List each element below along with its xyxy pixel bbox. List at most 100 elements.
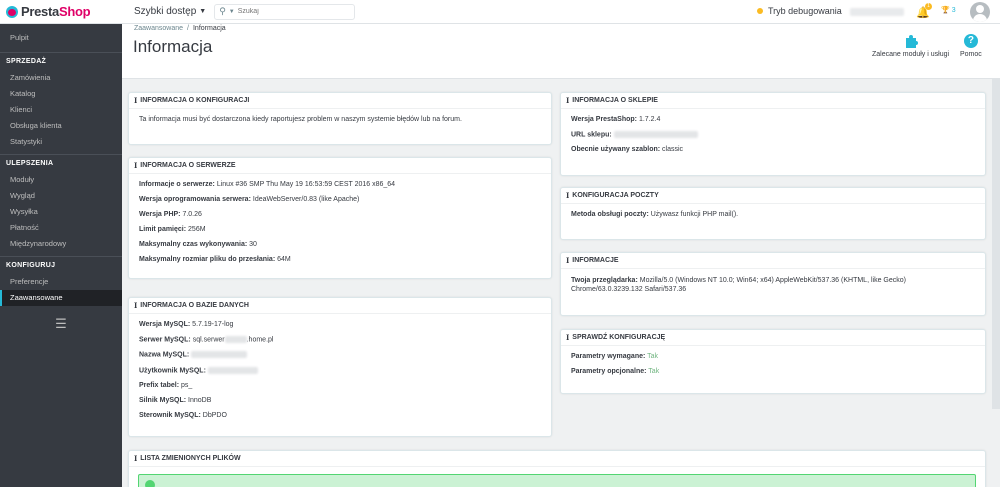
info-icon: i [566,255,570,265]
sidebar: Pulpit SPRZEDAŻ Zamówienia Katalog Klien… [0,24,122,487]
mysql-driver-row: Sterownik MySQL: DbPDO [139,412,227,420]
panel-title: INFORMACJA O BAZIE DANYCH [140,301,249,309]
debug-mode-indicator[interactable]: Tryb debugowania [757,6,842,16]
browser-row: Twoja przeglądarka: Mozilla/5.0 (Windows… [571,277,906,293]
mysql-name-row: Nazwa MySQL: [139,351,541,359]
help-label: Pomoc [960,51,982,58]
browser-info-panel: i INFORMACJE Twoja przeglądarka: Mozilla/… [560,252,986,316]
shop-name-blurred[interactable] [850,8,904,16]
prestashop-version-row: Wersja PrestaShop: 1.7.2.4 [571,116,661,123]
search-bar: ⚲ ▼ [214,3,356,20]
help-button[interactable]: ? Pomoc [960,34,982,58]
sidebar-item-orders[interactable]: Zamówienia [0,70,122,86]
blurred-value [224,336,247,343]
recommended-modules-button[interactable]: Zalecane moduły i usługi [872,34,949,58]
blurred-value [191,351,248,359]
info-icon: i [134,300,138,310]
mysql-user-row: Użytkownik MySQL: [139,366,541,375]
panel-title: LISTA ZMIENIONYCH PLIKÓW [140,454,241,462]
table-prefix-row: Prefix tabel: ps_ [139,382,193,390]
panel-title: INFORMACJE [572,256,619,264]
required-params-row: Parametry wymagane: Tak [571,353,659,360]
server-info-panel: i INFORMACJA O SERWERZE Informacje o serw… [128,157,552,279]
page-header: Zaawansowane / Informacja Informacja Zalec… [122,24,1000,79]
mail-config-panel: i KONFIGURACJA POCZTY Metoda obsługi pocz… [560,187,986,240]
sidebar-item-international[interactable]: Międzynarodowy [0,236,122,252]
logo-text-post: Shop [58,4,91,19]
breadcrumb: Zaawansowane / Informacja [134,25,226,32]
trophy-count: 3 [951,6,956,14]
caret-down-icon: ▼ [199,8,207,15]
info-icon: i [134,453,138,463]
changed-files-panel: i LISTA ZMIENIONYCH PLIKÓW [128,450,986,487]
max-exec-time-row: Maksymalny czas wykonywania: 30 [139,241,257,248]
panel-title: INFORMACJA O KONFIGURACJI [140,96,250,104]
sidebar-item-preferences[interactable]: Preferencje [0,274,122,290]
logo-text-pre: Presta [21,4,59,19]
server-software-row: Wersja oprogramowania serwera: IdeaWebSe… [139,196,360,203]
search-input[interactable] [237,8,338,15]
prestashop-logo[interactable]: PrestaShop [0,0,122,24]
success-alert [138,474,976,487]
shop-url-row: URL sklepu: [571,131,975,139]
memory-limit-row: Limit pamięci: 256M [139,226,206,233]
sidebar-item-customer-service[interactable]: Obsługa klienta [0,118,122,134]
sidebar-item-stats[interactable]: Statystyki [0,134,122,150]
help-icon: ? [963,34,978,48]
quick-access-label: Szybki dostęp [134,6,197,17]
notifications-badge: 1 [925,3,932,10]
mysql-server-row: Serwer MySQL: sql.serwer .home.pl [139,336,274,344]
trophy-counter[interactable]: 🏆 3 [941,6,956,15]
user-avatar[interactable] [970,2,990,22]
database-info-panel: i INFORMACJA O BAZIE DANYCH Wersja MySQL:… [128,297,552,437]
debug-dot-icon [757,8,763,14]
prestashop-logo-icon [6,5,18,18]
panel-title: INFORMACJA O SERWERZE [140,161,236,169]
debug-mode-label: Tryb debugowania [768,6,842,16]
check-config-panel: i SPRAWDŹ KONFIGURACJĘ Parametry wymagane… [560,329,986,394]
quick-access-dropdown[interactable]: Szybki dostęp ▼ [134,6,206,17]
info-icon: i [566,332,570,342]
sidebar-item-customers[interactable]: Klienci [0,102,122,118]
php-version-row: Wersja PHP: 7.0.26 [139,211,202,218]
success-check-icon [145,480,155,487]
sidebar-item-shipping[interactable]: Wysyłka [0,204,122,220]
info-icon: i [566,95,570,105]
trophy-icon: 🏆 [941,7,950,14]
panel-title: KONFIGURACJA POCZTY [572,191,659,199]
sidebar-item-catalog[interactable]: Katalog [0,86,122,102]
recommended-modules-label: Zalecane moduły i usługi [872,51,950,58]
page-title: Informacja [133,37,213,56]
config-info-text: Ta informacja musi być dostarczona kiedy… [139,116,462,123]
sidebar-item-dashboard[interactable]: Pulpit [0,30,122,46]
max-upload-row: Maksymalny rozmiar pliku do przesłania: … [139,256,291,263]
config-info-panel: i INFORMACJA O KONFIGURACJI Ta informacja… [128,92,552,145]
sidebar-item-design[interactable]: Wygląd [0,188,122,204]
search-type-caret-icon[interactable]: ▼ [229,9,235,15]
sidebar-item-advanced[interactable]: Zaawansowane [0,290,122,306]
puzzle-icon [904,34,918,48]
menu-collapse-icon[interactable]: ☰ [0,316,122,332]
sidebar-item-payment[interactable]: Płatność [0,220,122,236]
panel-title: INFORMACJA O SKLEPIE [572,96,658,104]
blurred-value [613,131,698,138]
current-theme-row: Obecnie używany szablon: classic [571,146,684,154]
info-icon: i [134,160,138,170]
sidebar-section-sales: SPRZEDAŻ [0,52,122,70]
breadcrumb-parent[interactable]: Zaawansowane [134,25,183,32]
search-icon[interactable]: ⚲ [219,6,226,17]
sidebar-section-configure: KONFIGURUJ [0,256,122,274]
info-icon: i [134,95,138,105]
sidebar-item-modules[interactable]: Moduły [0,172,122,188]
info-icon: i [566,190,570,200]
mail-method-row: Metoda obsługi poczty: Używasz funkcji P… [571,211,739,218]
optional-params-row: Parametry opcjonalne: Tak [571,368,660,375]
mysql-version-row: Wersja MySQL: 5.7.19-17-log [139,321,234,328]
sidebar-section-improve: ULEPSZENIA [0,154,122,172]
shop-info-panel: i INFORMACJA O SKLEPIE Wersja PrestaShop:… [560,92,986,176]
page-scrollbar[interactable] [992,79,1000,409]
blurred-value [207,366,258,374]
mysql-engine-row: Silnik MySQL: InnoDB [139,397,212,405]
server-info-row: Informacje o serwerze: Linux #36 SMP Thu… [139,181,396,188]
panel-title: SPRAWDŹ KONFIGURACJĘ [572,333,666,341]
